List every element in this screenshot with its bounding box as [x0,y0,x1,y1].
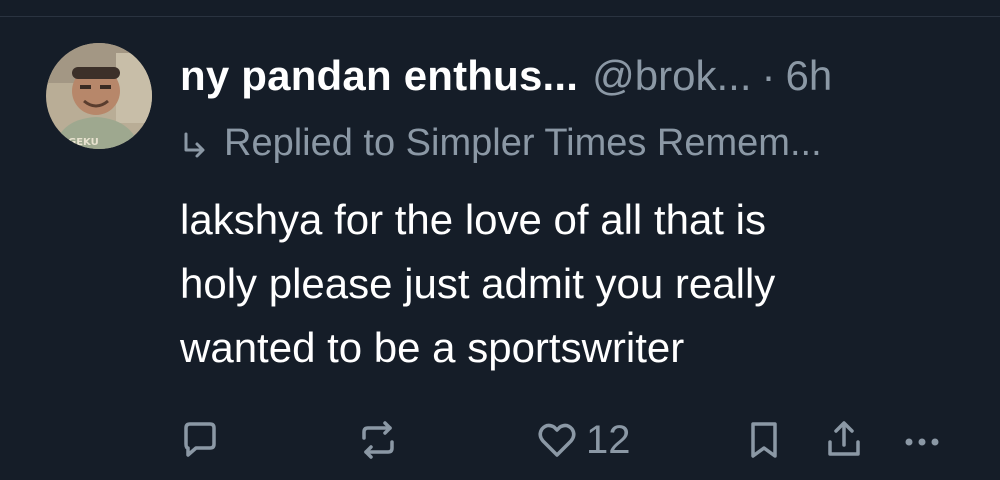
share-icon [828,421,860,456]
post-actions-bar: 12 [0,412,1000,468]
post-body-line: holy please just admit you really [180,260,776,307]
repost-icon [362,421,394,459]
share-button[interactable] [822,412,866,468]
more-options-button[interactable] [900,412,944,468]
reply-arrow-icon [184,132,205,158]
reply-to-label: Replied to Simpler Times Remem... [224,121,822,164]
like-icon [538,423,576,457]
post-body-line: wanted to be a sportswriter [180,324,685,371]
post-timestamp[interactable]: 6h [786,52,833,100]
like-count: 12 [586,417,631,462]
post-body: lakshya for the love of all that is holy… [180,188,970,380]
more-icon [905,438,939,446]
reply-icon [184,422,216,457]
post-body-line: lakshya for the love of all that is [180,196,766,243]
post-card[interactable]: GEKU ny pandan enthus... @brok... · 6h R… [0,0,1000,480]
avatar-shirt-text: GEKU [68,137,99,148]
post-header: ny pandan enthus... @brok... · 6h [180,48,832,104]
repost-button[interactable] [356,412,400,468]
bookmark-icon [751,422,777,458]
author-display-name[interactable]: ny pandan enthus... [180,52,578,100]
avatar[interactable]: GEKU [46,43,152,149]
like-button[interactable]: 12 [534,412,631,468]
reply-button[interactable] [178,412,222,468]
author-handle[interactable]: @brok... [592,52,751,100]
separator-dot: · [761,52,776,99]
reply-context[interactable]: Replied to Simpler Times Remem... [180,118,822,168]
bookmark-button[interactable] [744,412,784,468]
